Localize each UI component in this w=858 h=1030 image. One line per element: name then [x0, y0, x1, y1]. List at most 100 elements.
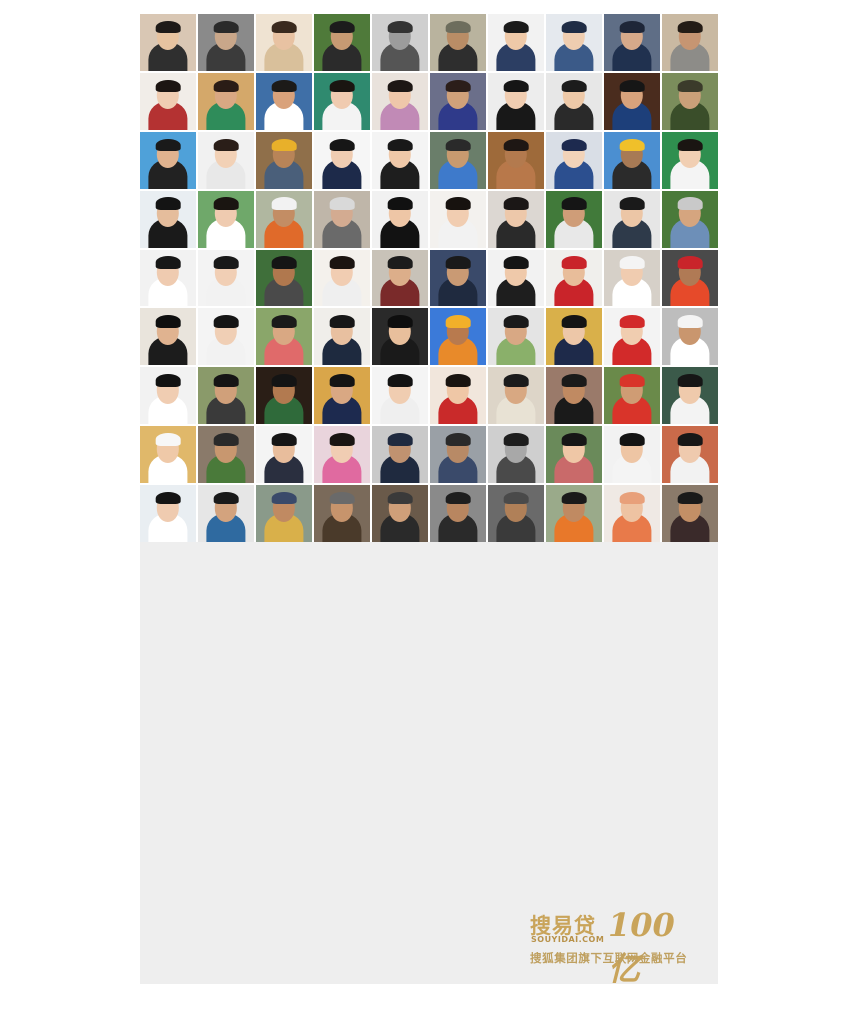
portrait-hair	[619, 491, 645, 505]
portrait-hair	[155, 256, 181, 269]
portrait-hair	[155, 315, 181, 328]
portrait-photo	[140, 308, 196, 366]
portrait-hair	[155, 79, 181, 93]
portrait-hair	[155, 491, 181, 505]
portrait-hair	[561, 20, 587, 34]
portrait-hair	[271, 256, 297, 269]
portrait-photo	[314, 485, 370, 542]
portrait-hair	[387, 197, 413, 210]
portrait-photo	[372, 14, 428, 71]
portrait-photo	[314, 14, 370, 71]
portrait-hair	[503, 256, 529, 269]
portrait-hair	[329, 138, 355, 152]
portrait-hair	[213, 20, 239, 34]
portrait-photo	[488, 190, 544, 248]
portrait-hair	[213, 315, 239, 328]
brand-tagline: 搜狐集团旗下互联网金融平台	[530, 951, 688, 965]
portrait-hair	[387, 491, 413, 505]
portrait-hair	[561, 315, 587, 328]
content-panel: 搜易贷 SOUYIDAI.COM 100亿 搜狐集团旗下互联网金融平台	[140, 14, 718, 988]
portrait-hair	[561, 256, 587, 269]
portrait-hair	[677, 374, 703, 387]
portrait-hair	[503, 433, 529, 446]
portrait-photo	[662, 308, 718, 366]
portrait-photo	[488, 485, 544, 542]
portrait-photo	[372, 485, 428, 542]
portrait-photo	[256, 72, 312, 130]
portrait-hair	[445, 491, 471, 505]
portrait-mosaic	[140, 14, 718, 542]
portrait-hair	[677, 491, 703, 505]
portrait-photo	[198, 485, 254, 542]
portrait-hair	[677, 20, 703, 34]
portrait-hair	[213, 197, 239, 210]
portrait-hair	[561, 197, 587, 210]
portrait-photo	[140, 72, 196, 130]
portrait-photo	[140, 14, 196, 71]
portrait-photo	[546, 485, 602, 542]
portrait-photo	[198, 72, 254, 130]
portrait-photo	[488, 308, 544, 366]
portrait-photo	[256, 367, 312, 425]
portrait-hair	[387, 315, 413, 328]
portrait-photo	[140, 367, 196, 425]
portrait-photo	[546, 190, 602, 248]
portrait-photo	[430, 249, 486, 307]
portrait-photo	[662, 249, 718, 307]
portrait-hair	[619, 315, 645, 328]
brand-amount: 100亿	[608, 906, 675, 988]
portrait-photo	[546, 14, 602, 71]
portrait-hair	[213, 256, 239, 269]
portrait-hair	[677, 256, 703, 269]
portrait-photo	[198, 426, 254, 484]
portrait-photo	[488, 72, 544, 130]
portrait-hair	[155, 197, 181, 210]
brand-domain: SOUYIDAI.COM	[531, 935, 605, 944]
portrait-hair	[503, 79, 529, 93]
portrait-photo	[430, 72, 486, 130]
portrait-photo	[604, 72, 660, 130]
portrait-photo	[314, 190, 370, 248]
portrait-photo	[314, 308, 370, 366]
portrait-photo	[256, 308, 312, 366]
portrait-hair	[561, 79, 587, 93]
portrait-hair	[329, 315, 355, 328]
portrait-photo	[430, 190, 486, 248]
portrait-photo	[430, 308, 486, 366]
portrait-hair	[503, 197, 529, 210]
portrait-photo	[372, 190, 428, 248]
portrait-photo	[198, 367, 254, 425]
portrait-hair	[619, 433, 645, 446]
portrait-hair	[561, 491, 587, 505]
portrait-hair	[329, 491, 355, 505]
portrait-hair	[329, 374, 355, 387]
portrait-photo	[140, 190, 196, 248]
portrait-photo	[488, 131, 544, 189]
portrait-photo	[372, 426, 428, 484]
portrait-photo	[372, 367, 428, 425]
portrait-photo	[372, 249, 428, 307]
portrait-photo	[430, 131, 486, 189]
portrait-photo	[430, 426, 486, 484]
portrait-hair	[503, 374, 529, 387]
portrait-hair	[445, 197, 471, 210]
portrait-photo	[140, 426, 196, 484]
portrait-hair	[677, 138, 703, 152]
portrait-hair	[445, 374, 471, 387]
portrait-photo	[604, 426, 660, 484]
portrait-photo	[198, 249, 254, 307]
portrait-hair	[213, 374, 239, 387]
portrait-photo	[662, 367, 718, 425]
portrait-photo	[546, 308, 602, 366]
portrait-hair	[561, 138, 587, 152]
portrait-photo	[488, 14, 544, 71]
portrait-hair	[445, 315, 471, 328]
portrait-hair	[445, 433, 471, 446]
portrait-hair	[155, 433, 181, 446]
portrait-photo	[140, 249, 196, 307]
portrait-photo	[604, 14, 660, 71]
portrait-photo	[198, 131, 254, 189]
portrait-hair	[619, 256, 645, 269]
portrait-hair	[619, 138, 645, 152]
portrait-photo	[372, 72, 428, 130]
